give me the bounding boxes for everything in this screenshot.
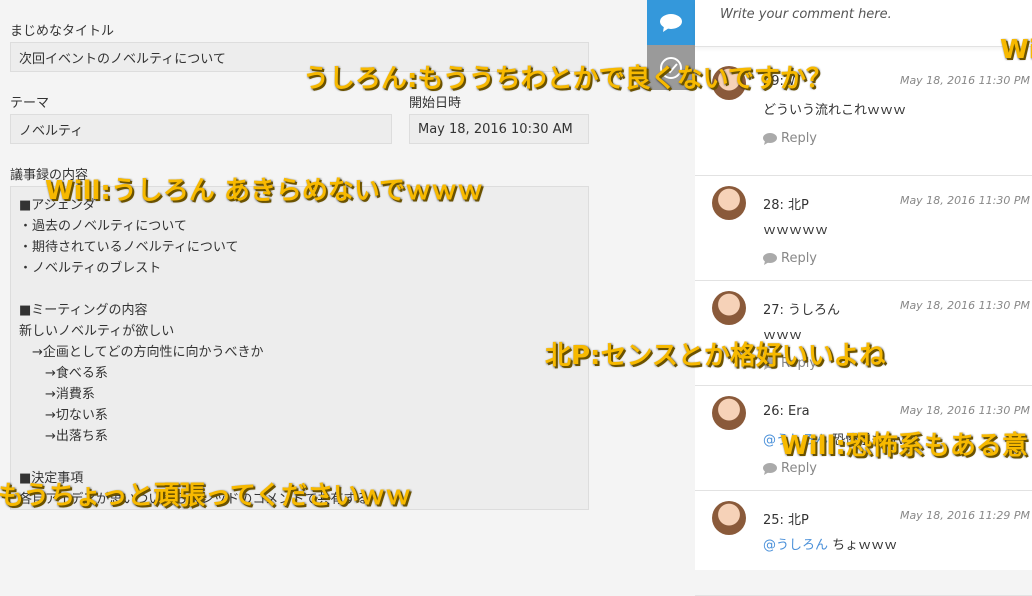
reply-label: Reply: [781, 461, 818, 476]
speech-bubble-icon: [763, 462, 777, 475]
comment-item: 28: 北P May 18, 2016 11:30 PM ｗｗｗｗｗ Reply: [695, 176, 1032, 281]
reply-button[interactable]: Reply: [763, 461, 817, 476]
avatar[interactable]: [712, 186, 746, 220]
notes-textarea[interactable]: ■アジェンダ ・過去のノベルティについて ・期待されているノベルティについて ・…: [10, 186, 589, 510]
comment-author: 28: 北P: [763, 198, 809, 213]
danmaku-comment: もうちょっと頑張ってくださいｗｗ: [0, 481, 412, 511]
comments-tab[interactable]: [647, 0, 695, 45]
comment-text: どういう流れこれｗｗｗ: [763, 99, 906, 118]
comment-body: ｗｗｗｗｗ: [763, 223, 829, 238]
date-input[interactable]: May 18, 2016 10:30 AM: [409, 114, 589, 144]
reply-label: Reply: [781, 131, 818, 146]
title-label: まじめなタイトル: [10, 24, 115, 39]
comment-body: どういう流れこれｗｗｗ: [763, 103, 907, 118]
comment-item: 25: 北P May 18, 2016 11:29 PM @うしろん ちょｗｗｗ…: [695, 491, 1032, 596]
avatar[interactable]: [712, 501, 746, 535]
danmaku-comment: Will:うしろん あきらめないでｗｗｗ: [45, 176, 484, 206]
avatar[interactable]: [712, 291, 746, 325]
comment-author: 25: 北P: [763, 513, 809, 528]
comment-author: 26: Era: [763, 404, 810, 419]
comment-text: @うしろん ちょｗｗｗ: [763, 534, 897, 553]
comment-input[interactable]: Write your comment here.: [695, 0, 1032, 47]
danmaku-comment: Will:恐怖系もある意: [780, 431, 1028, 461]
danmaku-comment: 北P:センスとか格好いいよね: [545, 341, 886, 371]
danmaku-comment: うしろん:もううちわとかで良くないですか？: [303, 64, 832, 94]
theme-label: テーマ: [10, 96, 50, 111]
theme-input[interactable]: ノベルティ: [10, 114, 392, 144]
speech-bubble-icon: [763, 132, 777, 145]
comment-date: May 18, 2016 11:30 PM: [899, 194, 1030, 207]
comment-text: ｗｗｗｗｗ: [763, 219, 828, 238]
speech-bubble-icon: [763, 252, 777, 265]
comment-date: May 18, 2016 11:30 PM: [899, 299, 1030, 312]
comment-author: 27: うしろん: [763, 303, 841, 318]
reply-button[interactable]: Reply: [763, 251, 817, 266]
reply-label: Reply: [781, 251, 818, 266]
mention-link[interactable]: @うしろん: [763, 538, 828, 553]
comment-date: May 18, 2016 11:29 PM: [899, 509, 1030, 522]
comment-icon: [660, 13, 682, 32]
comment-date: May 18, 2016 11:30 PM: [899, 404, 1030, 417]
avatar[interactable]: [712, 396, 746, 430]
comment-date: May 18, 2016 11:30 PM: [899, 74, 1030, 87]
danmaku-comment: Wi: [1000, 35, 1032, 65]
reply-button[interactable]: Reply: [763, 131, 817, 146]
comment-body: ちょｗｗｗ: [832, 538, 898, 553]
